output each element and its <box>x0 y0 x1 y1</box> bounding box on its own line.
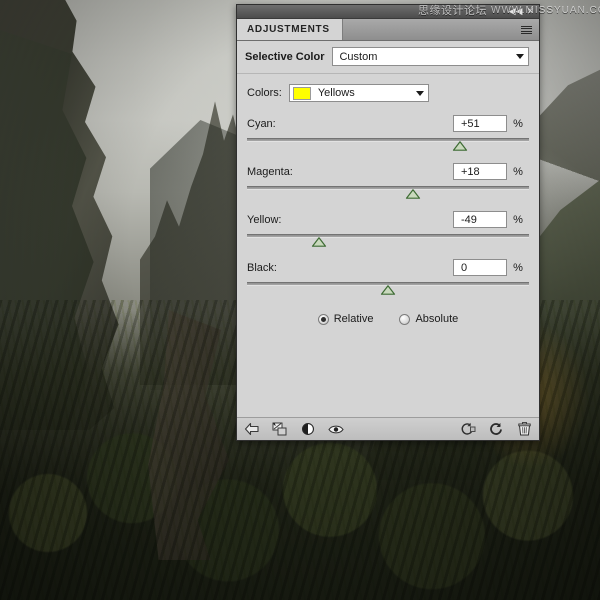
slider-track[interactable] <box>247 234 529 238</box>
slider-unit: % <box>513 261 523 274</box>
panel-footer-toolbar <box>237 417 539 440</box>
back-arrow-icon[interactable] <box>244 421 260 437</box>
chevron-down-icon <box>516 54 524 59</box>
slider-header: Yellow: -49% <box>247 210 529 229</box>
slider-block: Yellow: -49% <box>247 210 529 249</box>
slider-label: Magenta: <box>247 165 293 178</box>
chevron-down-icon <box>415 90 424 96</box>
slider-track[interactable] <box>247 138 529 142</box>
tab-adjustments[interactable]: ADJUSTMENTS <box>237 19 343 40</box>
slider-value-input[interactable]: +51 <box>453 115 507 132</box>
panel-menu-icon[interactable] <box>521 24 535 36</box>
screenshot-root: 思缘设计论坛 WWW.MISSYUAN.COM ◀◀ ✕ ADJUSTMENTS… <box>0 0 600 600</box>
slider-block: Black: 0% <box>247 258 529 297</box>
slider-header: Magenta: +18% <box>247 162 529 181</box>
slider-header: Cyan: +51% <box>247 114 529 133</box>
slider-unit: % <box>513 117 523 130</box>
slider-header: Black: 0% <box>247 258 529 277</box>
selective-color-header: Selective Color Custom <box>237 41 539 74</box>
slider-block: Cyan: +51% <box>247 114 529 153</box>
slider-unit: % <box>513 213 523 226</box>
tab-adjustments-label: ADJUSTMENTS <box>247 24 330 35</box>
page-title: Selective Color <box>245 50 325 63</box>
slider-value-input[interactable]: +18 <box>453 163 507 180</box>
close-icon[interactable]: ✕ <box>525 7 536 17</box>
colors-value: Yellows <box>317 87 355 99</box>
panel-tabbar: ADJUSTMENTS <box>237 19 539 41</box>
radio-relative[interactable]: Relative <box>317 313 374 325</box>
slider-unit: % <box>513 165 523 178</box>
slider-value-input[interactable]: -49 <box>453 211 507 228</box>
slider-track-wrap[interactable] <box>247 281 529 297</box>
preset-dropdown[interactable]: Custom <box>332 47 529 66</box>
reset-icon[interactable] <box>488 421 504 437</box>
slider-block: Magenta: +18% <box>247 162 529 201</box>
colors-row: Colors: Yellows <box>247 84 529 102</box>
eye-icon[interactable] <box>328 421 344 437</box>
adjustments-panel[interactable]: ◀◀ ✕ ADJUSTMENTS Selective Color Custom … <box>236 4 540 441</box>
panel-titlebar[interactable]: ◀◀ ✕ <box>237 5 539 19</box>
radio-relative-label: Relative <box>333 313 374 325</box>
slider-track-wrap[interactable] <box>247 185 529 201</box>
radio-absolute-label: Absolute <box>415 313 459 325</box>
toggle-mask-icon[interactable] <box>300 421 316 437</box>
panel-body: Colors: Yellows Cyan: +51% Magenta: +18% Yel… <box>237 74 539 417</box>
slider-track-wrap[interactable] <box>247 137 529 153</box>
colors-dropdown[interactable]: Yellows <box>288 84 429 102</box>
slider-label: Yellow: <box>247 213 282 226</box>
slider-track-wrap[interactable] <box>247 233 529 249</box>
slider-handle[interactable] <box>452 141 468 151</box>
slider-label: Cyan: <box>247 117 276 130</box>
radio-absolute[interactable]: Absolute <box>399 313 458 325</box>
preset-value: Custom <box>339 50 378 63</box>
collapse-icon[interactable]: ◀◀ <box>509 7 523 17</box>
radio-absolute-dot[interactable] <box>399 313 411 325</box>
color-swatch <box>292 86 311 100</box>
slider-value-input[interactable]: 0 <box>453 259 507 276</box>
slider-handle[interactable] <box>311 237 327 247</box>
radio-relative-dot[interactable] <box>317 313 329 325</box>
slider-label: Black: <box>247 261 277 274</box>
preview-previous-icon[interactable] <box>460 421 476 437</box>
slider-handle[interactable] <box>406 189 421 199</box>
slider-list: Cyan: +51% Magenta: +18% Yellow: -49% Black: 0% <box>247 114 529 297</box>
trash-icon[interactable] <box>516 421 532 437</box>
slider-track[interactable] <box>247 186 529 190</box>
slider-handle[interactable] <box>380 285 396 295</box>
clip-to-layer-icon[interactable] <box>272 421 288 437</box>
method-radio-group: Relative Absolute <box>247 313 529 325</box>
colors-label: Colors: <box>247 87 282 99</box>
